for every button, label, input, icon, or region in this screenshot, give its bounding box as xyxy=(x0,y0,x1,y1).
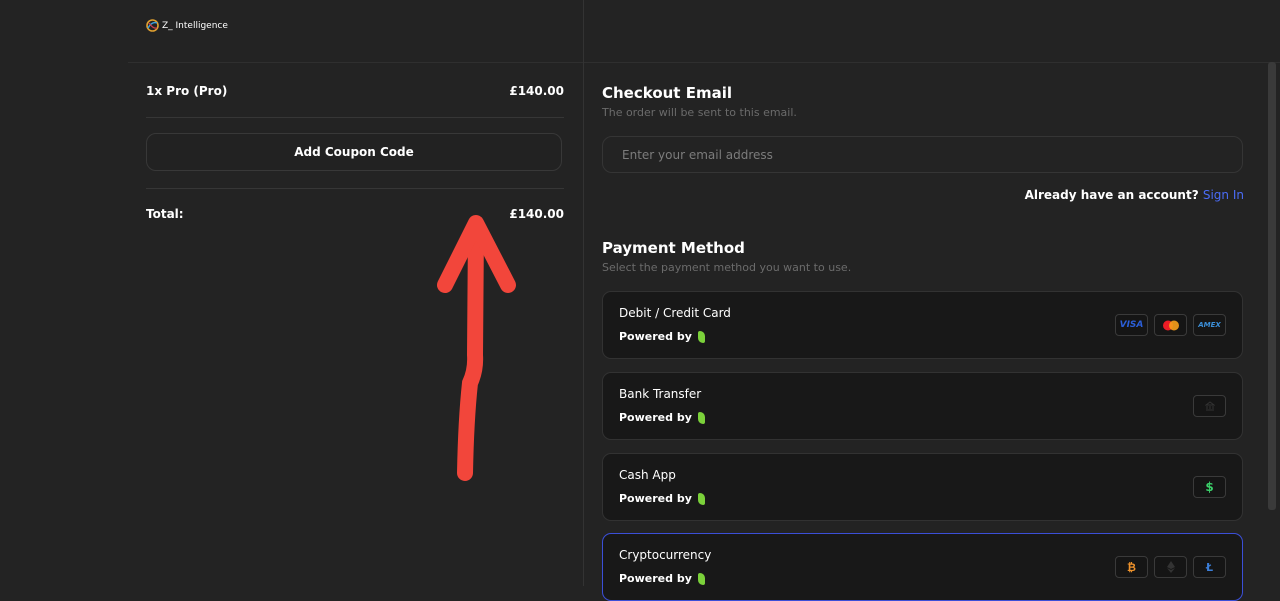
cart-line-item: 1x Pro (Pro) £140.00 xyxy=(146,84,564,98)
amex-icon: AMEX xyxy=(1193,314,1226,336)
payment-method-subtitle: Select the payment method you want to us… xyxy=(602,261,852,274)
divider xyxy=(584,62,1280,63)
litecoin-icon: Ł xyxy=(1193,556,1226,578)
account-prompt: Already have an account? xyxy=(1024,188,1199,202)
ethereum-icon xyxy=(1154,556,1187,578)
checkout-pane: Checkout Email The order will be sent to… xyxy=(584,0,1280,601)
payment-option-label: Cash App xyxy=(619,468,676,482)
brand-name: Z_ Intelligence xyxy=(162,20,228,31)
brand-logo[interactable]: Z_ Intelligence xyxy=(146,19,228,32)
leaf-icon xyxy=(697,411,705,424)
item-price: £140.00 xyxy=(509,84,564,98)
payment-option-card[interactable]: Cryptocurrency Powered by ₿ Ł xyxy=(602,533,1243,601)
checkout-email-title: Checkout Email xyxy=(602,84,732,102)
red-arrow-annotation xyxy=(437,215,516,481)
cash-app-icon: $ xyxy=(1193,476,1226,498)
visa-icon: VISA xyxy=(1115,314,1148,336)
payment-option-label: Debit / Credit Card xyxy=(619,306,731,320)
checkout-email-subtitle: The order will be sent to this email. xyxy=(602,106,797,119)
leaf-icon xyxy=(697,492,705,505)
order-summary-pane: Z_ Intelligence 1x Pro (Pro) £140.00 Add… xyxy=(128,0,584,586)
payment-option-card[interactable]: Cash App Powered by $ xyxy=(602,453,1243,521)
sign-in-link[interactable]: Sign In xyxy=(1203,188,1244,202)
powered-by: Powered by xyxy=(619,411,705,424)
add-coupon-button[interactable]: Add Coupon Code xyxy=(146,133,562,171)
divider xyxy=(146,117,564,118)
mastercard-icon xyxy=(1154,314,1187,336)
payment-option-card[interactable]: Debit / Credit Card Powered by VISA AMEX xyxy=(602,291,1243,359)
account-prompt-line: Already have an account? Sign In xyxy=(1025,188,1244,202)
powered-by: Powered by xyxy=(619,492,705,505)
crypto-badges: ₿ Ł xyxy=(1115,556,1226,578)
payment-option-label: Bank Transfer xyxy=(619,387,702,401)
email-input[interactable] xyxy=(602,136,1243,173)
payment-method-title: Payment Method xyxy=(602,239,745,257)
leaf-icon xyxy=(697,572,705,585)
payment-option-card[interactable]: Bank Transfer Powered by xyxy=(602,372,1243,440)
brand-logo-icon xyxy=(146,19,159,32)
card-brand-badges: VISA AMEX xyxy=(1115,314,1226,336)
powered-by: Powered by xyxy=(619,330,705,343)
payment-option-label: Cryptocurrency xyxy=(619,548,712,562)
total-label: Total: xyxy=(146,207,184,221)
divider xyxy=(146,188,564,189)
powered-by: Powered by xyxy=(619,572,705,585)
cashapp-badges: $ xyxy=(1193,476,1226,498)
bank-icon xyxy=(1193,395,1226,417)
scrollbar[interactable] xyxy=(1268,62,1276,510)
bank-badges xyxy=(1193,395,1226,417)
header: Z_ Intelligence xyxy=(128,0,583,63)
leaf-icon xyxy=(697,330,705,343)
bitcoin-icon: ₿ xyxy=(1115,556,1148,578)
item-label: 1x Pro (Pro) xyxy=(146,84,228,98)
